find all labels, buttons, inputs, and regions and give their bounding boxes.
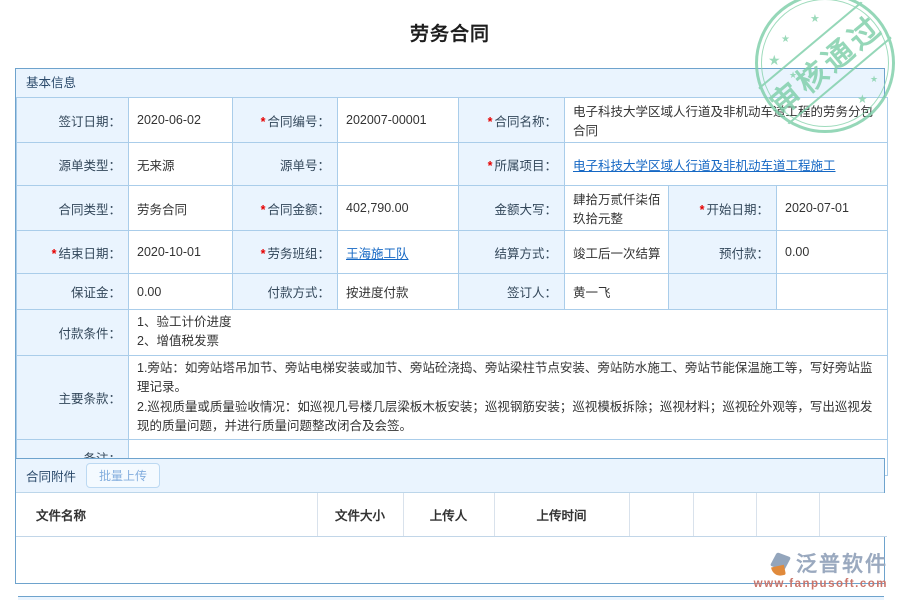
start-date-value: 2020-07-01	[777, 186, 888, 231]
source-no-value	[338, 143, 459, 186]
sign-date-value: 2020-06-02	[129, 98, 233, 143]
attachments-table: 文件名称 文件大小 上传人 上传时间	[16, 493, 887, 537]
field-label: 付款方式：	[267, 286, 330, 300]
contract-no-label: *合同编号：	[233, 98, 338, 143]
field-label: 预付款：	[719, 247, 769, 261]
payment-method-value: 按进度付款	[338, 274, 459, 310]
field-label: 源单类型：	[58, 159, 121, 173]
advance-payment-label: 预付款：	[669, 231, 777, 274]
field-label: 合同编号：	[267, 115, 330, 129]
field-label: 所属项目：	[494, 159, 557, 173]
field-label: 合同类型：	[58, 203, 121, 217]
batch-upload-button[interactable]: 批量上传	[86, 463, 160, 488]
signer-value: 黄一飞	[565, 274, 669, 310]
column-header-empty	[629, 493, 693, 536]
basic-info-section-title: 基本信息	[16, 69, 884, 97]
settlement-method-label: 结算方式：	[459, 231, 565, 274]
column-header-upload-time: 上传时间	[494, 493, 629, 536]
vendor-name: 泛普软件	[796, 554, 888, 575]
labor-contract-page: { "page": { "title": "劳务合同" }, "marks": …	[0, 0, 900, 600]
labor-team-value: 王海施工队	[338, 231, 459, 274]
start-date-label: *开始日期：	[669, 186, 777, 231]
attachments-header-row: 文件名称 文件大小 上传人 上传时间	[16, 493, 887, 536]
table-row: 主要条款： 1.旁站：如旁站塔吊加节、旁站电梯安装或加节、旁站砼浇捣、旁站梁柱节…	[17, 355, 888, 440]
field-label: 主要条款：	[58, 392, 121, 406]
contract-type-label: 合同类型：	[17, 186, 129, 231]
empty-label-cell	[669, 274, 777, 310]
payment-method-label: 付款方式：	[233, 274, 338, 310]
contract-name-label: *合同名称：	[459, 98, 565, 143]
empty-value-cell	[777, 274, 888, 310]
amount-in-words-label: 金额大写：	[459, 186, 565, 231]
column-header-uploader: 上传人	[403, 493, 494, 536]
required-mark: *	[261, 247, 266, 261]
vendor-logo: 泛普软件 www.fanpusoft.com	[754, 553, 888, 591]
labor-team-label: *劳务班组：	[233, 231, 338, 274]
field-label: 保证金：	[71, 286, 121, 300]
next-section-edge	[18, 596, 884, 600]
table-row: 付款条件： 1、验工计价进度 2、增值税发票	[17, 310, 888, 356]
required-mark: *	[261, 115, 266, 129]
field-label: 合同金额：	[267, 203, 330, 217]
sign-date-label: 签订日期：	[17, 98, 129, 143]
payment-terms-value: 1、验工计价进度 2、增值税发票	[129, 310, 888, 356]
field-label: 劳务班组：	[267, 247, 330, 261]
project-value: 电子科技大学区域人行道及非机动车道工程施工	[565, 143, 888, 186]
vendor-url: www.fanpusoft.com	[754, 579, 888, 591]
field-label: 付款条件：	[58, 327, 121, 341]
column-header-empty	[693, 493, 756, 536]
basic-info-table: 签订日期： 2020-06-02 *合同编号： 202007-00001 *合同…	[16, 97, 888, 476]
column-header-empty	[819, 493, 887, 536]
source-type-value: 无来源	[129, 143, 233, 186]
project-label: *所属项目：	[459, 143, 565, 186]
field-label: 开始日期：	[706, 203, 769, 217]
required-mark: *	[261, 203, 266, 217]
field-label: 合同名称：	[494, 115, 557, 129]
required-mark: *	[52, 247, 57, 261]
column-header-empty	[756, 493, 819, 536]
table-row: *结束日期： 2020-10-01 *劳务班组： 王海施工队 结算方式： 竣工后…	[17, 231, 888, 274]
main-clauses-label: 主要条款：	[17, 355, 129, 440]
labor-team-link[interactable]: 王海施工队	[346, 247, 409, 261]
contract-type-value: 劳务合同	[129, 186, 233, 231]
field-label: 结算方式：	[494, 247, 557, 261]
required-mark: *	[488, 115, 493, 129]
main-clauses-value: 1.旁站：如旁站塔吊加节、旁站电梯安装或加节、旁站砼浇捣、旁站梁柱节点安装、旁站…	[129, 355, 888, 440]
required-mark: *	[700, 203, 705, 217]
deposit-value: 0.00	[129, 274, 233, 310]
signer-label: 签订人：	[459, 274, 565, 310]
table-row: 签订日期： 2020-06-02 *合同编号： 202007-00001 *合同…	[17, 98, 888, 143]
basic-info-panel: 基本信息 签订日期： 2020-06-02 *合同编号： 202007-0000…	[15, 68, 885, 477]
settlement-method-value: 竣工后一次结算	[565, 231, 669, 274]
fanpu-logo-icon	[770, 553, 794, 577]
required-mark: *	[488, 159, 493, 173]
field-label: 源单号：	[280, 159, 330, 173]
star-icon: ★	[768, 52, 781, 69]
amount-label: *合同金额：	[233, 186, 338, 231]
table-row: 合同类型： 劳务合同 *合同金额： 402,790.00 金额大写： 肆拾万贰仟…	[17, 186, 888, 231]
contract-name-value: 电子科技大学区域人行道及非机动车道工程的劳务分包合同	[565, 98, 888, 143]
attachments-section-title: 合同附件	[26, 466, 76, 485]
advance-payment-value: 0.00	[777, 231, 888, 274]
project-link[interactable]: 电子科技大学区域人行道及非机动车道工程施工	[573, 159, 836, 173]
field-label: 金额大写：	[494, 203, 557, 217]
table-row: 保证金： 0.00 付款方式： 按进度付款 签订人： 黄一飞	[17, 274, 888, 310]
source-type-label: 源单类型：	[17, 143, 129, 186]
amount-value: 402,790.00	[338, 186, 459, 231]
column-header-file-size: 文件大小	[317, 493, 403, 536]
field-label: 签订人：	[507, 286, 557, 300]
source-no-label: 源单号：	[233, 143, 338, 186]
column-header-file-name: 文件名称	[16, 493, 317, 536]
attachments-header: 合同附件 批量上传	[16, 459, 884, 493]
contract-no-value: 202007-00001	[338, 98, 459, 143]
field-label: 结束日期：	[58, 247, 121, 261]
deposit-label: 保证金：	[17, 274, 129, 310]
amount-in-words-value: 肆拾万贰仟柒佰玖拾元整	[565, 186, 669, 231]
table-row: 源单类型： 无来源 源单号： *所属项目： 电子科技大学区域人行道及非机动车道工…	[17, 143, 888, 186]
payment-terms-label: 付款条件：	[17, 310, 129, 356]
field-label: 签订日期：	[58, 115, 121, 129]
end-date-label: *结束日期：	[17, 231, 129, 274]
page-title: 劳务合同	[0, 19, 900, 46]
end-date-value: 2020-10-01	[129, 231, 233, 274]
